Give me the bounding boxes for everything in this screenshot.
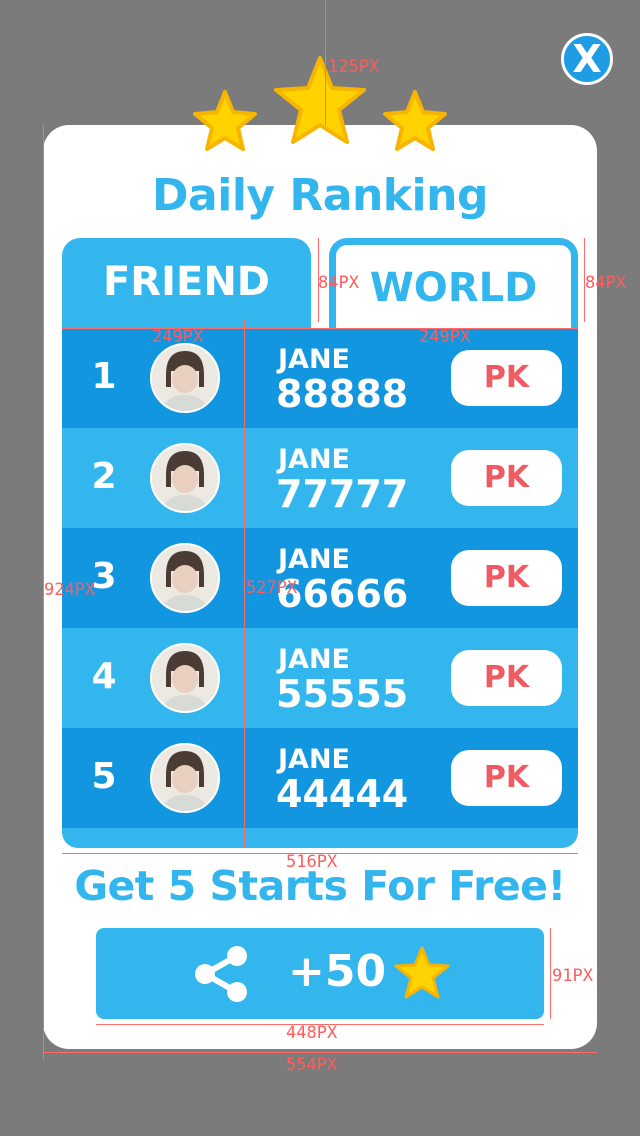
pk-button[interactable]: PK <box>451 550 562 606</box>
measure-label: 924PX <box>44 580 96 600</box>
guide-line <box>325 0 326 125</box>
share-icon <box>195 946 247 1002</box>
measure-label: 84PX <box>318 273 359 293</box>
page-title: Daily Ranking <box>152 170 488 221</box>
avatar <box>150 743 220 813</box>
avatar <box>150 343 220 413</box>
player-name: JANE <box>278 444 350 475</box>
measure-label: 249PX <box>419 327 471 347</box>
pk-button[interactable]: PK <box>451 750 562 806</box>
player-score: 88888 <box>276 372 409 416</box>
pk-button[interactable]: PK <box>451 450 562 506</box>
guide-line <box>244 320 245 848</box>
measure-label: 448PX <box>286 1023 338 1043</box>
measure-label: 91PX <box>552 966 593 986</box>
tab-world[interactable]: WORLD <box>329 238 578 330</box>
rank-number: 4 <box>91 656 117 697</box>
pk-button[interactable]: PK <box>451 350 562 406</box>
star-icon <box>394 946 450 999</box>
player-score: 44444 <box>276 772 409 816</box>
guide-line <box>43 1052 597 1053</box>
measure-label: 554PX <box>286 1055 338 1075</box>
player-score: 55555 <box>276 672 409 716</box>
measure-label: 249PX <box>152 327 204 347</box>
avatar <box>150 643 220 713</box>
player-name: JANE <box>278 744 350 775</box>
avatar <box>150 543 220 613</box>
measure-label: 84PX <box>585 273 626 293</box>
tab-friend[interactable]: FRIEND <box>62 238 311 330</box>
pk-button[interactable]: PK <box>451 650 562 706</box>
rank-number: 2 <box>91 456 117 497</box>
player-score: 77777 <box>276 472 409 516</box>
guide-line <box>62 328 578 329</box>
ranking-list[interactable]: 1 JANE 88888 PK 2 JANE 77777 PK 3 JANE 6… <box>62 328 578 848</box>
stars-decoration <box>193 56 447 151</box>
measure-label: 527PX <box>246 578 298 598</box>
list-item: 1 JANE 88888 PK <box>62 328 578 428</box>
measure-label: 125PX <box>328 57 380 77</box>
player-name: JANE <box>278 544 350 575</box>
list-item: 4 JANE 55555 PK <box>62 628 578 728</box>
rank-number: 5 <box>91 756 117 797</box>
rank-number: 1 <box>91 356 117 397</box>
close-button[interactable]: X <box>561 33 613 85</box>
share-button[interactable]: +50 <box>96 928 544 1019</box>
reward-amount: +50 <box>288 946 387 997</box>
guide-line <box>550 928 551 1019</box>
player-name: JANE <box>278 644 350 675</box>
list-item: 3 JANE 66666 PK <box>62 528 578 628</box>
star-icon <box>383 90 447 151</box>
player-name: JANE <box>278 344 350 375</box>
star-icon <box>193 90 257 151</box>
avatar <box>150 443 220 513</box>
list-item: 2 JANE 77777 PK <box>62 428 578 528</box>
list-item: 5 JANE 44444 PK <box>62 728 578 828</box>
measure-label: 516PX <box>286 852 338 872</box>
